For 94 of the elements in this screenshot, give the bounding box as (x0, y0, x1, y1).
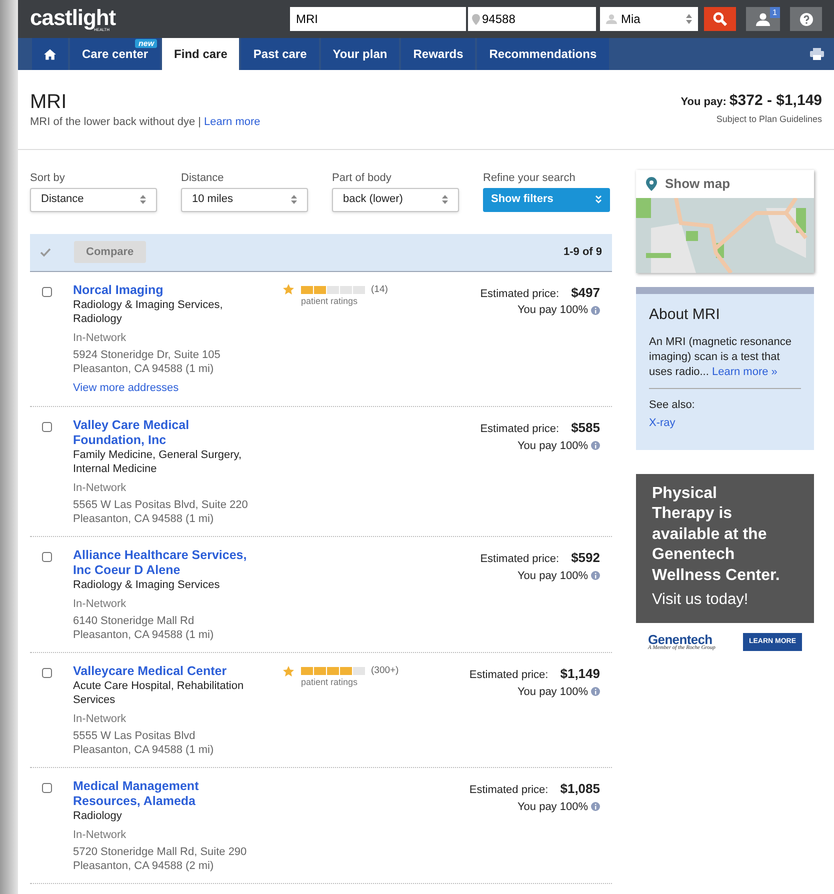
coverage-text: You pay 100% (517, 568, 588, 584)
price: $592 (571, 549, 600, 567)
nav-tab[interactable]: Your plan (320, 38, 400, 70)
price-label: Estimated price: (480, 552, 560, 567)
result-count: 1-9 of 9 (563, 244, 602, 260)
address-line: Pleasanton, CA 94588 (2 mi) (73, 859, 215, 873)
address-line: Pleasanton, CA 94588 (1 mi) (73, 743, 215, 757)
price-range: $372 - $1,149 (729, 91, 822, 111)
address-line: Pleasanton, CA 94588 (1 mi) (73, 512, 215, 526)
address-line: Pleasanton, CA 94588 (1 mi) (73, 628, 215, 642)
price-label: Estimated price: (469, 783, 548, 798)
provider-name-link[interactable]: Inc Coeur D Alene (73, 563, 273, 578)
learn-more-link[interactable]: Learn more » (712, 366, 778, 378)
provider-name-link[interactable]: Valleycare Medical Center (73, 664, 273, 679)
about-text: An MRI (magnetic resonance imaging) scan is a test that uses radio... Learn more » (649, 334, 792, 380)
nav-tab[interactable]: Recommendations (477, 38, 609, 70)
price: $585 (571, 419, 600, 437)
show-filters-button[interactable]: Show filters (483, 188, 610, 212)
logo[interactable]: castlight (30, 6, 116, 28)
page-title: MRI (30, 90, 68, 114)
search-field[interactable]: MRI (290, 7, 466, 31)
provider-name-link[interactable]: Norcal Imaging (73, 282, 273, 298)
address-line: 5720 Stoneridge Mall Rd, Suite 290 (73, 845, 248, 859)
network-status: In-Network (73, 828, 128, 842)
pay-label: You pay: (680, 95, 726, 110)
filter-label: Part of body (332, 171, 392, 186)
price: $1,085 (560, 780, 600, 798)
address-line: 5555 W Las Positas Blvd (73, 729, 196, 743)
coverage-text: You pay 100% (517, 438, 588, 454)
filter-label: Distance (181, 171, 225, 186)
network-status: In-Network (73, 712, 128, 726)
plan-note: Subject to Plan Guidelines (716, 112, 822, 126)
profile-button[interactable]: 1 (746, 7, 780, 31)
provider-name-link[interactable]: Medical Management (73, 779, 273, 794)
rating-caption: patient ratings (301, 296, 359, 306)
address-line: 5924 Stoneridge Dr, Suite 105 (73, 348, 222, 362)
price: $497 (571, 284, 600, 302)
location-field[interactable]: 94588 (468, 7, 596, 31)
ad-headline: Genentech (652, 545, 736, 565)
rating-caption: patient ratings (301, 677, 359, 688)
specialty: Family Medicine, General Surgery, (73, 448, 243, 462)
specialty: Radiology & Imaging Services, (73, 298, 224, 312)
map-card[interactable]: Show map (636, 170, 814, 273)
ad-tagline: Visit us today! (652, 590, 750, 610)
specialty: Radiology & Imaging Services (73, 578, 221, 592)
see-also-label: See also: (649, 398, 696, 412)
notification-badge: 1 (770, 7, 780, 18)
ad-headline: available at the (652, 524, 768, 544)
rating-count: (14) (371, 282, 388, 296)
ad-headline: Therapy is (652, 504, 734, 524)
network-status: In-Network (73, 481, 128, 495)
address-line: Pleasanton, CA 94588 (1 mi) (73, 362, 215, 376)
specialty: Radiology (73, 809, 123, 823)
about-title: About MRI (649, 305, 721, 325)
nav-tab[interactable]: Find care (162, 38, 240, 70)
nav-tab[interactable]: Past care (241, 38, 319, 70)
rating-count: (300+) (371, 664, 399, 678)
provider-name-link[interactable]: Valley Care Medical (73, 418, 273, 433)
provider-name-link[interactable]: Alliance Healthcare Services, (73, 548, 273, 563)
price-label: Estimated price: (469, 668, 548, 683)
specialty: Internal Medicine (73, 462, 158, 476)
provider-name-link[interactable]: Foundation, Inc (73, 433, 273, 448)
filter-label: Sort by (30, 171, 66, 186)
related-link[interactable]: X-ray (649, 415, 801, 432)
provider-name-link[interactable]: Resources, Alameda (73, 794, 273, 809)
ad-headline: Wellness Center. (652, 566, 781, 586)
nav-tab[interactable]: Care center new (70, 38, 160, 70)
coverage-text: You pay 100% (517, 800, 588, 814)
filter-select[interactable]: back (lower) (332, 188, 459, 212)
ad-banner[interactable]: Physical Therapy is available at the Genentech Wellness Center. Visit us today! (636, 474, 814, 624)
ad-headline: Physical (652, 484, 718, 504)
network-status: In-Network (73, 330, 128, 344)
new-badge: new (135, 39, 158, 48)
filter-select[interactable]: Distance (30, 188, 157, 212)
address-line: 5565 W Las Positas Blvd, Suite 220 (73, 498, 249, 512)
network-status: In-Network (73, 597, 128, 611)
subtitle: MRI of the lower back without dye | (30, 115, 201, 130)
more-addresses-link[interactable]: View more addresses (73, 380, 273, 396)
coverage-text: You pay 100% (517, 684, 588, 700)
address-line: 6140 Stoneridge Mall Rd (73, 614, 196, 628)
price-label: Estimated price: (480, 286, 560, 302)
price-label: Estimated price: (480, 422, 560, 437)
specialty: Acute Care Hospital, Rehabilitation (73, 679, 245, 693)
brand-logo: Genentech (648, 633, 712, 646)
specialty: Services (73, 693, 116, 707)
filter-label: Refine your search (483, 171, 576, 186)
show-map-label: Show map (665, 175, 730, 194)
coverage-text: You pay 100% (517, 303, 588, 318)
filter-select[interactable]: 10 miles (181, 188, 308, 212)
specialty: Radiology (73, 312, 123, 326)
learn-more-link[interactable]: Learn more (204, 114, 260, 130)
user-select[interactable]: Mia (600, 7, 698, 31)
price: $1,149 (560, 665, 600, 683)
nav-tab[interactable]: Rewards (401, 38, 476, 70)
